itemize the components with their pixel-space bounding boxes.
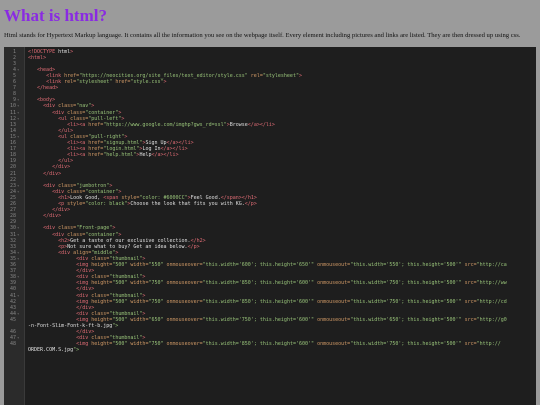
code-text: ORDER.COM.S.jpg"> xyxy=(28,347,80,354)
page-title: What is html? xyxy=(4,6,107,25)
code-line[interactable]: ORDER.COM.S.jpg"> xyxy=(4,347,536,353)
page-description: Html stands for Hypertext Markup languag… xyxy=(4,32,521,39)
code-editor[interactable]: 1 <!DOCTYPE html> 2 <html> 3 4 ▾ <head> 5 <link… xyxy=(4,47,536,405)
